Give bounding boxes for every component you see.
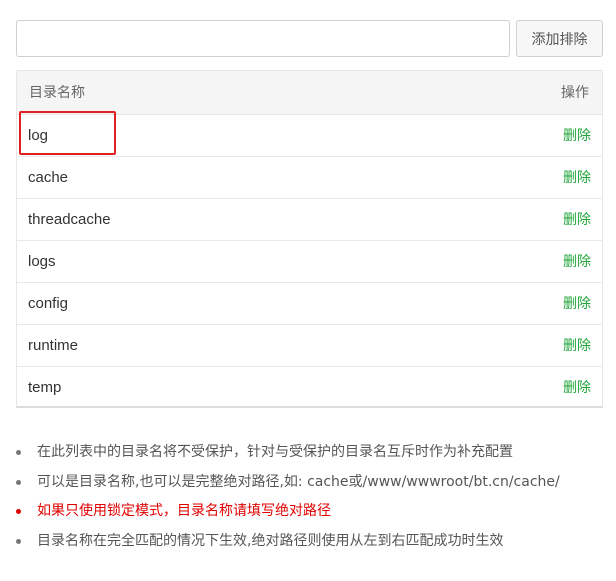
delete-link[interactable]: 删除 — [563, 128, 591, 144]
directory-name-cell: threadcache — [17, 198, 310, 240]
table-row: logs 删除 — [17, 240, 602, 282]
help-note-warning: 如果只使用锁定模式，目录名称请填写绝对路径 — [16, 497, 606, 527]
help-notes-list: 在此列表中的目录名将不受保护，针对与受保护的目录名互斥时作为补充配置 可以是目录… — [16, 438, 606, 556]
directory-name-cell: log — [17, 110, 310, 156]
help-note: 目录名称在完全匹配的情况下生效,绝对路径则使用从左到右匹配成功时生效 — [16, 527, 606, 557]
delete-link[interactable]: 删除 — [563, 212, 591, 228]
action-cell: 删除 — [310, 324, 603, 366]
table-row: log 删除 — [17, 110, 603, 156]
action-cell: 删除 — [310, 282, 603, 324]
directory-name-input[interactable] — [16, 20, 510, 57]
table-row: temp 删除 — [17, 366, 602, 408]
delete-link[interactable]: 删除 — [563, 338, 591, 354]
action-cell: 删除 — [310, 114, 603, 156]
table-row: threadcache 删除 — [17, 198, 602, 240]
directory-name-cell: logs — [17, 240, 310, 282]
help-note-text: 目录名称在完全匹配的情况下生效,绝对路径则使用从左到右匹配成功时生效 — [37, 532, 504, 549]
help-note-text: 如果只使用锁定模式，目录名称请填写绝对路径 — [37, 503, 331, 519]
column-header-action: 操作 — [309, 71, 602, 115]
table-row: cache 删除 — [17, 156, 602, 198]
action-cell: 删除 — [310, 156, 603, 198]
add-exclusion-bar: 添加排除 — [16, 20, 603, 57]
directory-name-cell: temp — [17, 366, 310, 408]
bullet-dot-icon — [16, 509, 21, 514]
help-note-text: 在此列表中的目录名将不受保护，针对与受保护的目录名互斥时作为补充配置 — [37, 444, 513, 460]
directory-name: logs — [28, 252, 56, 270]
directory-name: config — [28, 294, 69, 312]
action-cell: 删除 — [310, 366, 603, 408]
delete-link[interactable]: 删除 — [563, 254, 591, 270]
table-row: config 删除 — [17, 282, 602, 324]
directory-name-cell: runtime — [17, 324, 310, 366]
directory-name-cell: config — [17, 282, 310, 324]
delete-link[interactable]: 删除 — [563, 380, 591, 396]
directory-name: threadcache — [28, 210, 111, 228]
directory-name: runtime — [28, 336, 79, 354]
add-exclusion-button[interactable]: 添加排除 — [516, 20, 603, 57]
directory-name: temp — [28, 378, 62, 396]
delete-link[interactable]: 删除 — [563, 170, 591, 186]
help-note-text: 可以是目录名称,也可以是完整绝对路径,如: cache或/www/wwwroot… — [37, 473, 560, 490]
bullet-dot-icon — [16, 479, 21, 485]
bullet-dot-icon — [16, 538, 21, 544]
excluded-directories-table: 目录名称 操作 log 删除 cache 删除 threadcache 删除 l… — [16, 70, 603, 408]
delete-link[interactable]: 删除 — [563, 296, 591, 312]
action-cell: 删除 — [310, 240, 603, 282]
column-header-directory-name: 目录名称 — [17, 71, 310, 115]
highlight-annotation-box — [19, 110, 116, 155]
table-header-row: 目录名称 操作 — [17, 71, 602, 115]
directory-name-cell: cache — [17, 156, 310, 198]
table-row: runtime 删除 — [17, 324, 602, 366]
directory-name: cache — [28, 168, 69, 186]
help-note: 可以是目录名称,也可以是完整绝对路径,如: cache或/www/wwwroot… — [16, 468, 606, 498]
bullet-dot-icon — [16, 450, 21, 455]
help-note: 在此列表中的目录名将不受保护，针对与受保护的目录名互斥时作为补充配置 — [16, 438, 606, 468]
action-cell: 删除 — [310, 198, 603, 240]
